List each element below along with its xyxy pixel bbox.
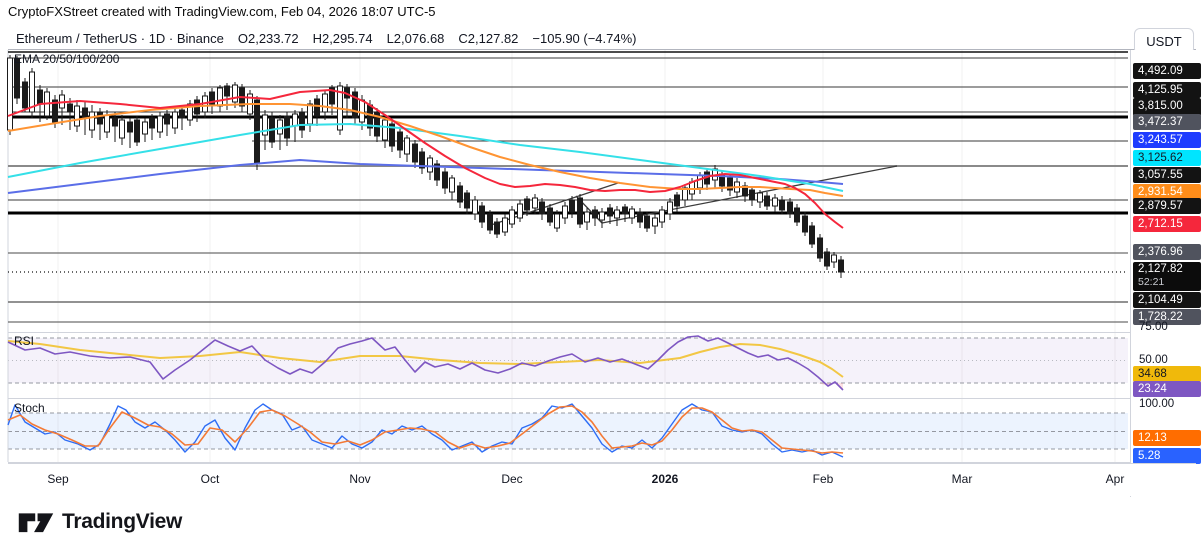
price-axis-label: 2,376.96 [1133,244,1201,260]
axis-tick-label: 100.00 [1139,397,1174,411]
symbol-title[interactable]: Ethereum / TetherUS · 1D · Binance [16,31,224,46]
price-axis-label: 3,057.55 [1133,167,1201,183]
tradingview-logo-icon [18,508,54,536]
time-axis[interactable]: Sep Oct Nov Dec 2026 Feb Mar Apr [8,463,1196,496]
tradingview-logo-text: TradingView [62,510,182,534]
rsi-legend[interactable]: RSI [14,334,34,348]
price-axis-label: 4,125.95 [1133,82,1201,98]
ohlc-low: L2,076.68 [387,31,445,46]
price-axis-label: 3,125.62 [1133,150,1201,166]
price-axis-label: 2,712.15 [1133,216,1201,232]
price-axis-label: 4,492.09 [1133,63,1201,79]
time-axis-label: 2026 [652,472,679,486]
axis-tick-label: 75.00 [1139,320,1168,334]
time-axis-label: Oct [201,472,220,486]
price-axis-label: 3,815.00 [1133,98,1201,114]
axis-tick-label: 50.00 [1139,353,1168,367]
bar-countdown: 52:21 [1138,276,1201,289]
time-axis-label: Sep [47,472,68,486]
time-axis-label: Nov [349,472,370,486]
current-price-label: 2,127.82 52:21 [1133,262,1201,291]
price-axis[interactable]: 2,127.82 52:21 4,492.094,125.953,815.003… [1130,50,1204,497]
ema-legend[interactable]: EMA 20/50/100/200 [14,52,119,66]
time-axis-label: Dec [501,472,522,486]
price-axis-label: 12.13 [1133,430,1201,446]
ohlc-high: H2,295.74 [313,31,373,46]
chart-page: CryptoFXStreet created with TradingView.… [0,0,1204,554]
price-axis-label: 5.28 [1133,448,1201,464]
time-axis-label: Apr [1106,472,1125,486]
chart-titlebar: Ethereum / TetherUS · 1D · Binance O2,23… [8,28,1196,50]
tradingview-logo[interactable]: TradingView [18,508,182,536]
price-axis-label: 3,243.57 [1133,132,1201,148]
stoch-legend[interactable]: Stoch [14,401,45,415]
change-value: −105.90 (−4.74%) [532,31,636,46]
price-axis-label: 23.24 [1133,381,1201,397]
ohlc-close: C2,127.82 [458,31,518,46]
current-price-value: 2,127.82 [1138,263,1201,276]
time-axis-label: Mar [952,472,973,486]
time-axis-label: Feb [813,472,834,486]
ohlc-open: O2,233.72 [238,31,299,46]
price-axis-label: 2,879.57 [1133,198,1201,214]
price-axis-label: 2,104.49 [1133,292,1201,308]
price-axis-label: 3,472.37 [1133,114,1201,130]
price-axis-label: 34.68 [1133,366,1201,382]
